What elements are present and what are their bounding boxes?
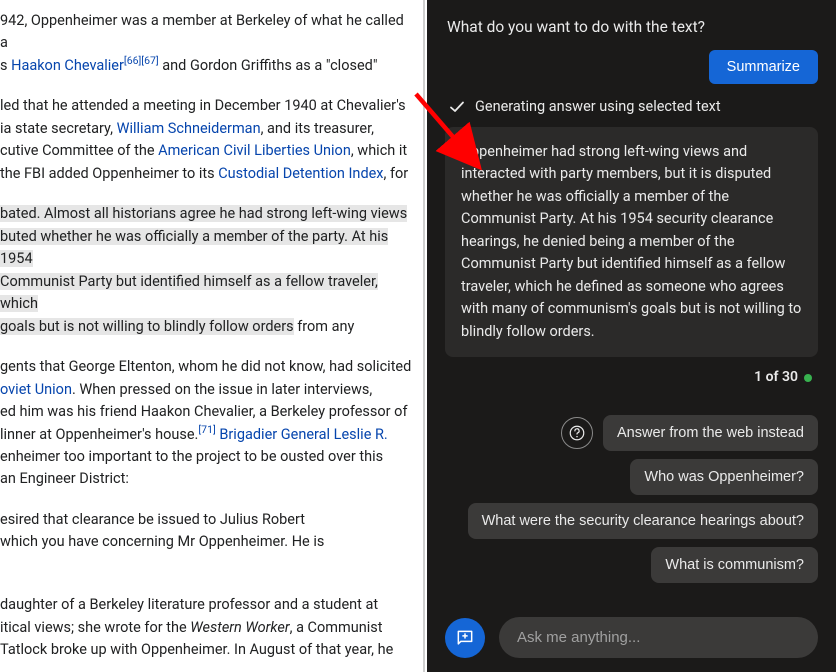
ref-71[interactable]: [71] — [198, 423, 215, 436]
link-haakon-chevalier[interactable]: Haakon Chevalier — [11, 57, 124, 74]
summarize-button[interactable]: Summarize — [709, 50, 818, 84]
paragraph: daughter of a Berkeley literature profes… — [0, 594, 413, 661]
blockquote: esired that clearance be issued to Juliu… — [0, 509, 413, 554]
link-leslie-groves[interactable]: Brigadier General Leslie R. — [216, 426, 388, 443]
paragraph: 942, Oppenheimer was a member at Berkele… — [0, 10, 413, 77]
suggestion-answer-from-web[interactable]: Answer from the web instead — [603, 415, 818, 451]
suggestions: Answer from the web instead Who was Oppe… — [445, 415, 818, 583]
check-icon — [449, 99, 465, 115]
link-soviet-union[interactable]: oviet Union — [0, 381, 72, 398]
suggestion-security-clearance[interactable]: What were the security clearance hearing… — [468, 503, 818, 539]
link-aclu[interactable]: American Civil Liberties Union — [158, 142, 351, 159]
ask-input[interactable] — [499, 617, 818, 658]
ref-66[interactable]: [66] — [124, 54, 141, 67]
paragraph: led that he attended a meeting in Decemb… — [0, 95, 413, 185]
link-schneiderman[interactable]: William Schneiderman — [117, 120, 261, 137]
paragraph: gents that George Eltenton, whom he did … — [0, 356, 413, 491]
chat-panel: What do you want to do with the text? Su… — [427, 0, 836, 672]
ref-67[interactable]: [67] — [141, 54, 158, 67]
suggestion-what-is-communism[interactable]: What is communism? — [651, 547, 818, 583]
article-content: 942, Oppenheimer was a member at Berkele… — [0, 0, 427, 672]
pager[interactable]: 1 of 30 — [445, 357, 818, 397]
link-custodial-detention[interactable]: Custodial Detention Index — [218, 165, 383, 182]
paragraph-highlighted: bated. Almost all historians agree he ha… — [0, 203, 413, 338]
status-row: Generating answer using selected text — [445, 98, 818, 115]
new-topic-button[interactable] — [445, 618, 485, 658]
question-icon — [561, 417, 593, 449]
status-dot-icon — [804, 374, 812, 382]
status-text: Generating answer using selected text — [475, 98, 721, 115]
scrollbar[interactable] — [413, 0, 427, 672]
suggestion-who-was-oppenheimer[interactable]: Who was Oppenheimer? — [630, 459, 818, 495]
panel-prompt: What do you want to do with the text? — [445, 12, 818, 50]
answer-box: Oppenheimer had strong left-wing views a… — [445, 127, 818, 357]
